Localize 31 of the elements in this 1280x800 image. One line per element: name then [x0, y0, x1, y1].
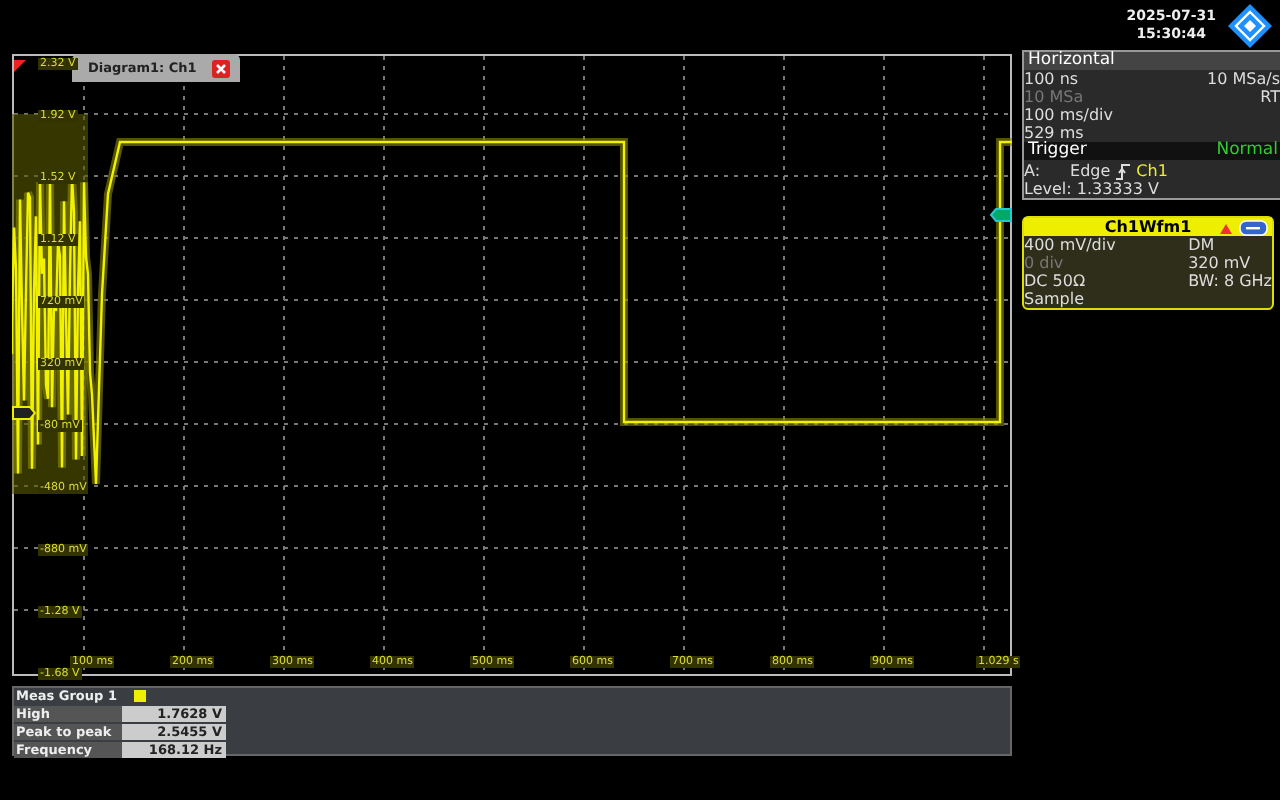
trigger-title: Trigger — [1028, 142, 1087, 160]
trigger-marker-icon — [990, 208, 1012, 222]
close-icon[interactable] — [212, 59, 231, 77]
trigger-mode: Normal — [1216, 142, 1280, 160]
trigger-type: Edge — [1070, 162, 1111, 180]
measurement-icon — [134, 690, 147, 702]
horizontal-setting: 10 MSa — [1024, 88, 1086, 106]
toggle-icon[interactable] — [1216, 219, 1268, 235]
trigger-level: Level: 1.33333 V — [1024, 180, 1161, 198]
trigger-source: A: — [1024, 162, 1041, 180]
channel-setting: 320 mV — [1188, 254, 1253, 272]
horizontal-header[interactable]: Horizontal — [1024, 52, 1280, 70]
trigger-header[interactable]: Trigger Normal — [1024, 142, 1280, 160]
horizontal-setting: 529 ms — [1024, 124, 1084, 142]
channel-setting: 400 mV/div — [1024, 236, 1116, 254]
horizontal-setting: 100 ns — [1024, 70, 1081, 88]
diamond-logo-icon — [1228, 3, 1272, 47]
channel-setting: DM — [1188, 236, 1217, 254]
channel-setting: BW: 8 GHz — [1188, 272, 1272, 290]
channel-title: Ch1Wfm1 — [1104, 218, 1192, 236]
horizontal-setting: 10 MSa/s — [1207, 70, 1280, 88]
horizontal-setting: 100 ms/div — [1024, 106, 1114, 124]
horizontal-setting: RT — [1260, 88, 1280, 106]
trigger-channel: Ch1 — [1136, 162, 1168, 180]
rising-edge-icon — [1116, 163, 1131, 179]
channel-marker-icon — [12, 406, 36, 420]
position-marker-icon — [14, 60, 26, 72]
channel-setting: Sample — [1024, 290, 1086, 308]
channel-header[interactable]: Ch1Wfm1 — [1024, 218, 1272, 236]
channel-setting: DC 50Ω — [1024, 272, 1088, 290]
channel-setting: 0 div — [1024, 254, 1066, 272]
